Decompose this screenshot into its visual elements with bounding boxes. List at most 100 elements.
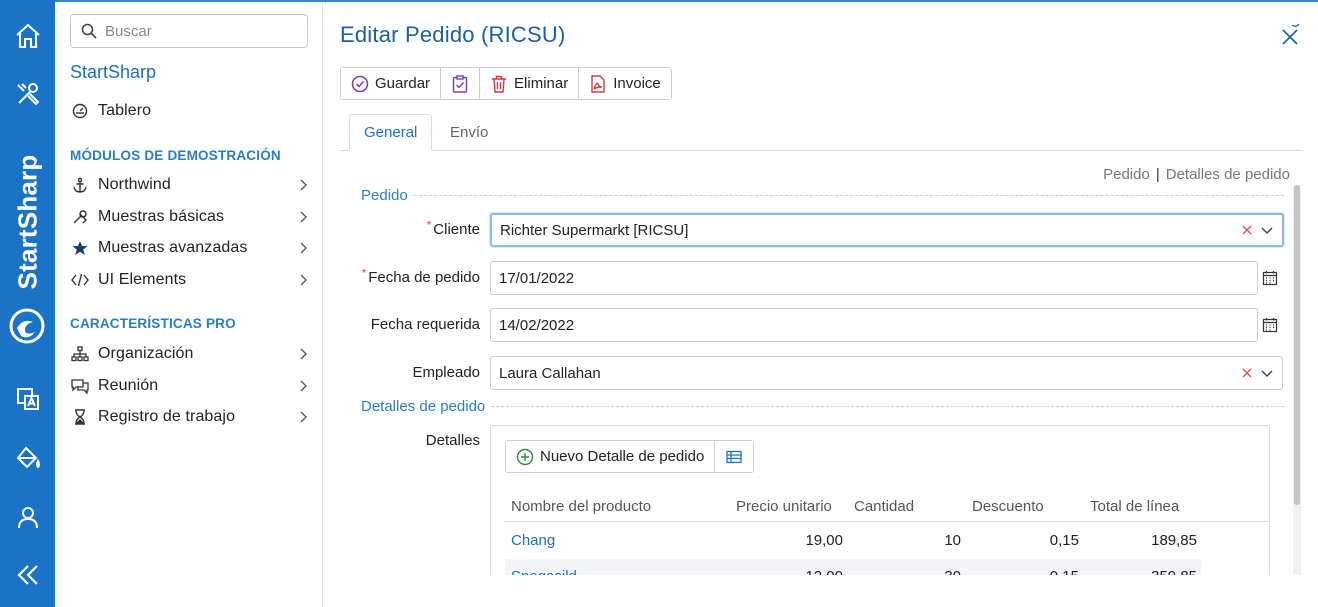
sidebar-item-label: Muestras básicas [98, 208, 225, 225]
code-icon [70, 270, 90, 290]
sidebar-item-ui-elements[interactable]: UI Elements [70, 267, 310, 293]
scrollbar-thumb[interactable] [1294, 185, 1300, 505]
sidebar-item-label: Tablero [98, 102, 152, 119]
new-detail-button-label: Nuevo Detalle de pedido [540, 448, 705, 465]
required-date-input[interactable]: 14/02/2022 [490, 308, 1258, 342]
new-detail-button[interactable]: Nuevo Detalle de pedido [506, 441, 716, 472]
invoice-button[interactable]: Invoice [579, 68, 671, 99]
line-total-cell: 189,85 [1151, 532, 1197, 549]
discount-cell: 0,15 [1049, 532, 1079, 549]
tab-shipping[interactable]: Envío [436, 114, 502, 151]
sidebar: StartSharp Tablero MÓDULOS DE DEMOSTRACI… [55, 2, 323, 607]
chevron-right-icon [300, 211, 307, 223]
invoice-button-label: Invoice [613, 75, 661, 92]
rail-brand-text: StartSharp [12, 154, 43, 290]
chevron-right-icon [300, 380, 307, 392]
link-separator: | [1155, 166, 1160, 183]
details-grid: Nuevo Detalle de pedido Nombre del produ… [490, 425, 1270, 595]
col-unit-price[interactable]: Precio unitario [736, 492, 832, 522]
form-toolbar: Guardar Eliminar Invoice [340, 67, 672, 100]
translate-icon[interactable] [10, 381, 46, 417]
sidebar-item-meeting[interactable]: Reunión [70, 373, 310, 399]
tab-general[interactable]: General [349, 114, 433, 151]
page-title: Editar Pedido (RICSU) [340, 22, 566, 47]
section-order-details-title: Detalles de pedido [340, 398, 492, 415]
chevron-right-icon [300, 274, 307, 286]
form-tabs: General Envío [340, 114, 1302, 151]
star-icon [70, 238, 90, 258]
col-product-name[interactable]: Nombre del producto [511, 492, 651, 522]
order-date-value: 17/01/2022 [499, 269, 575, 287]
details-label: Detalles [425, 432, 480, 449]
delete-button-label: Eliminar [514, 75, 569, 92]
customer-label: * Cliente [426, 218, 480, 238]
paint-bucket-icon[interactable] [10, 440, 46, 476]
column-picker-button[interactable] [715, 441, 754, 472]
quantity-cell: 10 [944, 532, 961, 549]
apply-changes-button[interactable] [441, 68, 481, 99]
clear-icon[interactable] [1240, 366, 1254, 380]
section-order-details: Detalles de pedido [340, 398, 1284, 415]
clear-icon[interactable] [1240, 223, 1254, 237]
grid-header: Nombre del producto Precio unitario Cant… [505, 492, 1269, 522]
unit-price-cell: 19,00 [805, 532, 843, 549]
chevron-down-icon[interactable] [1260, 223, 1274, 237]
trash-icon [490, 75, 508, 93]
wrench-icon [70, 207, 90, 227]
sidebar-item-basic-samples[interactable]: Muestras básicas [70, 204, 310, 230]
section-order: Pedido [340, 187, 1284, 204]
home-icon[interactable] [10, 18, 46, 54]
search-input[interactable] [105, 22, 295, 40]
order-date-input[interactable]: 17/01/2022 [490, 261, 1258, 295]
required-date-label: Fecha requerida [370, 316, 480, 333]
sidebar-item-label: Registro de trabajo [98, 408, 236, 425]
save-button[interactable]: Guardar [341, 68, 442, 99]
link-order-details[interactable]: Detalles de pedido [1166, 166, 1290, 183]
sidebar-item-organization[interactable]: Organización [70, 341, 310, 367]
employee-value: Laura Callahan [499, 364, 601, 382]
sidebar-item-northwind[interactable]: Northwind [70, 172, 310, 198]
sidebar-item-label: Muestras avanzadas [98, 239, 248, 256]
close-icon[interactable] [1278, 22, 1302, 46]
customer-value: Richter Supermarkt [RICSU] [500, 221, 689, 239]
delete-button[interactable]: Eliminar [480, 68, 580, 99]
required-date-value: 14/02/2022 [499, 316, 575, 334]
section-pro-heading: CARACTERÍSTICAS PRO [70, 316, 236, 331]
chevron-down-icon[interactable] [1260, 366, 1274, 380]
grid-toolbar: Nuevo Detalle de pedido [505, 440, 755, 473]
tools-icon[interactable] [10, 76, 46, 112]
startsharp-logo-icon [9, 308, 45, 344]
calendar-icon[interactable] [1262, 317, 1278, 333]
form-scrollbar[interactable] [1293, 185, 1301, 577]
sidebar-item-work-log[interactable]: Registro de trabajo [70, 404, 310, 430]
sidebar-item-dashboard[interactable]: Tablero [70, 98, 310, 124]
brand-title[interactable]: StartSharp [70, 62, 156, 83]
check-circle-icon [351, 75, 369, 93]
speedometer-icon [70, 101, 90, 121]
order-date-label: * Fecha de pedido [361, 266, 480, 286]
category-links: Pedido | Detalles de pedido [1103, 166, 1290, 183]
table-columns-icon [725, 448, 743, 466]
calendar-icon[interactable] [1262, 270, 1278, 286]
hourglass-icon [70, 407, 90, 427]
employee-label: Empleado [412, 364, 480, 381]
table-row[interactable]: Chang 19,00 10 0,15 189,85 [505, 523, 1269, 559]
section-demo-heading: MÓDULOS DE DEMOSTRACIÓN [70, 148, 281, 163]
employee-select[interactable]: Laura Callahan [490, 356, 1283, 390]
sidebar-item-label: Organización [98, 345, 194, 362]
search-box[interactable] [70, 14, 308, 48]
chevron-right-icon [300, 179, 307, 191]
clipboard-check-icon [451, 74, 469, 93]
col-line-total[interactable]: Total de línea [1090, 492, 1179, 522]
collapse-icon[interactable] [10, 557, 46, 593]
pdf-icon [589, 74, 607, 93]
col-quantity[interactable]: Cantidad [854, 492, 914, 522]
link-order[interactable]: Pedido [1103, 166, 1150, 183]
user-icon[interactable] [10, 499, 46, 535]
sidebar-item-advanced-samples[interactable]: Muestras avanzadas [70, 235, 310, 261]
chevron-right-icon [300, 411, 307, 423]
product-name-link[interactable]: Chang [511, 523, 555, 559]
org-chart-icon [70, 344, 90, 364]
customer-select[interactable]: Richter Supermarkt [RICSU] [490, 213, 1284, 247]
col-discount[interactable]: Descuento [972, 492, 1044, 522]
